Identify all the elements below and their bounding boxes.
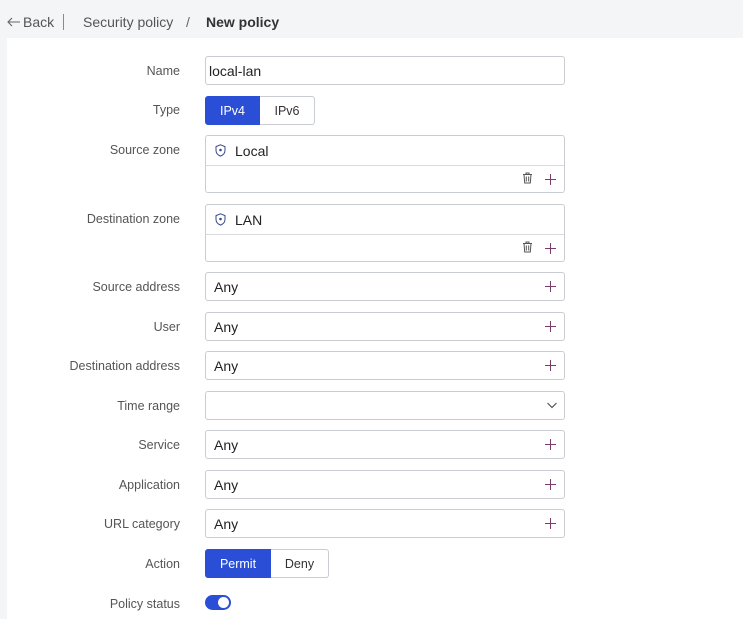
source-address-field[interactable]: Any bbox=[205, 272, 565, 301]
destination-zone-label: Destination zone bbox=[86, 212, 180, 226]
trash-icon[interactable] bbox=[522, 172, 533, 184]
plus-icon[interactable] bbox=[545, 439, 556, 450]
application-field[interactable]: Any bbox=[205, 470, 565, 499]
destination-address-field[interactable]: Any bbox=[205, 351, 565, 380]
shield-icon bbox=[215, 144, 226, 157]
type-ipv4-button[interactable]: IPv4 bbox=[205, 96, 260, 125]
url-category-label: URL category bbox=[104, 517, 180, 531]
trash-icon[interactable] bbox=[522, 241, 533, 253]
action-deny-button[interactable]: Deny bbox=[271, 549, 329, 578]
source-address-value: Any bbox=[214, 279, 239, 295]
user-value: Any bbox=[214, 319, 239, 335]
type-toggle-group: IPv4 IPv6 bbox=[205, 96, 315, 125]
shield-icon bbox=[215, 213, 226, 226]
back-label: Back bbox=[23, 14, 55, 30]
plus-icon[interactable] bbox=[545, 479, 556, 490]
plus-icon[interactable] bbox=[545, 321, 556, 332]
application-value: Any bbox=[214, 477, 239, 493]
toggle-knob bbox=[218, 597, 229, 608]
service-field[interactable]: Any bbox=[205, 430, 565, 459]
destination-zone-field[interactable]: LAN bbox=[205, 204, 565, 262]
source-zone-value: Local bbox=[235, 143, 269, 159]
name-label: Name bbox=[146, 64, 180, 78]
destination-address-label: Destination address bbox=[69, 359, 180, 373]
destination-address-value: Any bbox=[214, 358, 239, 374]
destination-zone-entry: LAN bbox=[206, 205, 564, 235]
back-button[interactable]: Back bbox=[7, 13, 54, 31]
name-input[interactable]: local-lan bbox=[205, 56, 565, 85]
plus-icon[interactable] bbox=[545, 174, 556, 185]
name-value: local-lan bbox=[209, 63, 262, 79]
plus-icon[interactable] bbox=[545, 243, 556, 254]
breadcrumb-current: New policy bbox=[206, 14, 280, 30]
breadcrumb: Back Security policy / New policy bbox=[0, 0, 743, 40]
type-label: Type bbox=[152, 103, 180, 117]
url-category-value: Any bbox=[214, 516, 239, 532]
url-category-field[interactable]: Any bbox=[205, 509, 565, 538]
service-value: Any bbox=[214, 437, 239, 453]
plus-icon[interactable] bbox=[545, 281, 556, 292]
policy-status-toggle[interactable] bbox=[205, 595, 231, 610]
service-label: Service bbox=[138, 438, 180, 452]
breadcrumb-separator: / bbox=[186, 14, 190, 30]
action-toggle-group: Permit Deny bbox=[205, 549, 329, 578]
source-zone-field[interactable]: Local bbox=[205, 135, 565, 193]
breadcrumb-divider bbox=[63, 14, 64, 30]
plus-icon[interactable] bbox=[545, 360, 556, 371]
action-permit-button[interactable]: Permit bbox=[205, 549, 271, 578]
breadcrumb-security-policy[interactable]: Security policy bbox=[83, 13, 173, 31]
plus-icon[interactable] bbox=[545, 518, 556, 529]
action-label: Action bbox=[145, 557, 180, 571]
user-field[interactable]: Any bbox=[205, 312, 565, 341]
source-zone-entry: Local bbox=[206, 136, 564, 166]
source-zone-label: Source zone bbox=[109, 143, 180, 157]
time-range-select[interactable] bbox=[205, 391, 565, 420]
policy-status-label: Policy status bbox=[109, 597, 180, 611]
source-address-label: Source address bbox=[92, 280, 180, 294]
time-range-label: Time range bbox=[117, 399, 180, 413]
user-label: User bbox=[153, 320, 180, 334]
destination-zone-value: LAN bbox=[235, 212, 263, 228]
chevron-down-icon bbox=[547, 402, 557, 409]
application-label: Application bbox=[118, 478, 180, 492]
arrow-left-icon bbox=[7, 17, 20, 27]
type-ipv6-button[interactable]: IPv6 bbox=[260, 96, 315, 125]
